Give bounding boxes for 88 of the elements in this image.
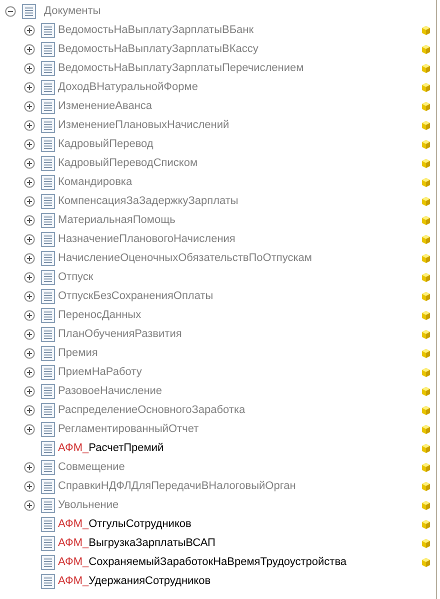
expand-icon[interactable] <box>24 120 35 131</box>
document-icon <box>41 422 55 437</box>
collapse-icon[interactable] <box>5 6 16 17</box>
tree-item-label[interactable]: НачислениеОценочныхОбязательствПоОтпускам <box>58 250 312 267</box>
document-icon <box>41 137 55 152</box>
tree-item-label[interactable]: АФМ_ВыгрузкаЗарплатыВСАП <box>58 535 216 552</box>
tree-item-label[interactable]: КадровыйПереводСписком <box>58 155 198 172</box>
document-icon <box>41 574 55 589</box>
tree-item-label[interactable]: Совмещение <box>58 459 125 476</box>
tree-item-label[interactable]: РаспределениеОсновногоЗаработка <box>58 402 246 419</box>
document-icon <box>41 23 55 38</box>
expand-icon[interactable] <box>24 196 35 207</box>
document-icon <box>41 156 55 171</box>
tree-item-label[interactable]: ДоходВНатуральнойФорме <box>58 79 198 96</box>
document-icon <box>41 270 55 285</box>
document-icon <box>41 175 55 190</box>
tree-item-label[interactable]: НазначениеПлановогоНачисления <box>58 231 236 248</box>
expand-icon[interactable] <box>24 139 35 150</box>
document-icon <box>41 42 55 57</box>
tree-item-label[interactable]: СправкиНДФЛДляПередачиВНалоговыйОрган <box>58 478 296 495</box>
tree-item-label[interactable]: ВедомостьНаВыплатуЗарплатыВБанк <box>58 22 254 39</box>
expand-icon[interactable] <box>24 367 35 378</box>
document-icon <box>41 479 55 494</box>
tree-item-label[interactable]: ПланОбученияРазвития <box>58 326 182 343</box>
document-icon <box>41 213 55 228</box>
expand-icon[interactable] <box>24 101 35 112</box>
expand-icon[interactable] <box>24 329 35 340</box>
expand-icon[interactable] <box>24 158 35 169</box>
expand-icon[interactable] <box>24 405 35 416</box>
document-icon <box>41 61 55 76</box>
tree-item-label[interactable]: ВедомостьНаВыплатуЗарплатыПеречислением <box>58 60 304 77</box>
expand-icon[interactable] <box>24 462 35 473</box>
tree-item-label[interactable]: АФМ_УдержанияСотрудников <box>58 573 211 590</box>
document-icon <box>41 555 55 570</box>
expand-icon[interactable] <box>24 386 35 397</box>
document-icon <box>41 118 55 133</box>
tree-item-label[interactable]: Увольнение <box>58 497 119 514</box>
expand-icon[interactable] <box>24 424 35 435</box>
expand-icon[interactable] <box>24 500 35 511</box>
expand-icon[interactable] <box>24 481 35 492</box>
document-icon <box>41 460 55 475</box>
expand-icon[interactable] <box>24 44 35 55</box>
tree-item-label[interactable]: ПриемНаРаботу <box>58 364 142 381</box>
tree-item-label[interactable]: ИзменениеАванса <box>58 98 152 115</box>
tree-item-label[interactable]: КадровыйПеревод <box>58 136 154 153</box>
tree-item-label[interactable]: АФМ_ОтгулыСотрудников <box>58 516 192 533</box>
expand-icon[interactable] <box>24 177 35 188</box>
tree-item-label[interactable]: КомпенсацияЗаЗадержкуЗарплаты <box>58 193 238 210</box>
tree-item-label[interactable]: ВедомостьНаВыплатуЗарплатыВКассу <box>58 41 258 58</box>
tree-item-label[interactable]: Командировка <box>58 174 132 191</box>
document-icon <box>41 517 55 532</box>
document-icon <box>41 441 55 456</box>
expand-icon[interactable] <box>24 215 35 226</box>
tree-item-label[interactable]: АФМ_РасчетПремий <box>58 440 164 457</box>
document-icon <box>41 194 55 209</box>
document-icon <box>41 346 55 361</box>
tree-item-label[interactable]: Премия <box>58 345 98 362</box>
document-icon <box>22 4 36 19</box>
tree-item-label[interactable]: РегламентированныйОтчет <box>58 421 199 438</box>
document-icon <box>41 536 55 551</box>
document-icon <box>41 403 55 418</box>
document-icon <box>41 384 55 399</box>
document-icon <box>41 99 55 114</box>
document-icon <box>41 289 55 304</box>
document-icon <box>41 365 55 380</box>
tree-item-label[interactable]: РазовоеНачисление <box>58 383 162 400</box>
tree-item-label[interactable]: ОтпускБезСохраненияОплаты <box>58 288 214 305</box>
document-icon <box>41 308 55 323</box>
tree-item-label[interactable]: АФМ_СохраняемыйЗаработокНаВремяТрудоустройства <box>58 554 347 571</box>
expand-icon[interactable] <box>24 82 35 93</box>
expand-icon[interactable] <box>24 234 35 245</box>
document-icon <box>41 498 55 513</box>
expand-icon[interactable] <box>24 25 35 36</box>
expand-icon[interactable] <box>24 272 35 283</box>
expand-icon[interactable] <box>24 348 35 359</box>
expand-icon[interactable] <box>24 253 35 264</box>
expand-icon[interactable] <box>24 63 35 74</box>
tree-item-label[interactable]: Отпуск <box>58 269 94 286</box>
expand-icon[interactable] <box>24 291 35 302</box>
tree-item-label[interactable]: Документы <box>44 3 101 20</box>
tree-item-label[interactable]: ИзменениеПлановыхНачислений <box>58 117 230 134</box>
tree-item-label[interactable]: МатериальнаяПомощь <box>58 212 176 229</box>
document-icon <box>41 80 55 95</box>
tree-item-label[interactable]: ПереносДанных <box>58 307 142 324</box>
expand-icon[interactable] <box>24 310 35 321</box>
document-icon <box>41 232 55 247</box>
document-icon <box>41 251 55 266</box>
document-icon <box>41 327 55 342</box>
